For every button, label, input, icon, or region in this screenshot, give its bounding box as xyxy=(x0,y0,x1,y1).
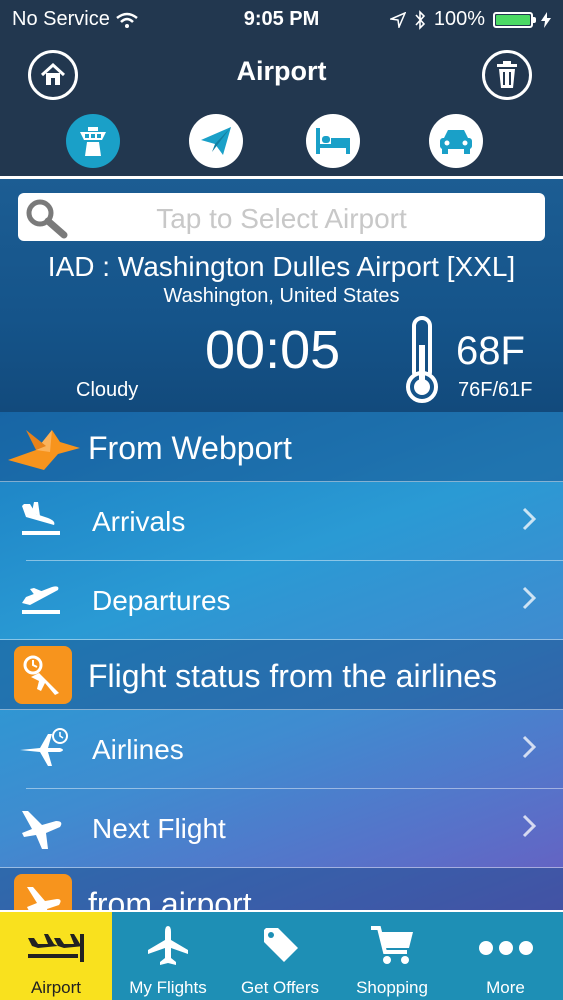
airport-info-panel: Tap to Select Airport IAD : Washington D… xyxy=(0,179,563,412)
status-right-group: 100% xyxy=(389,8,551,31)
temperature: 68F xyxy=(456,329,525,373)
airport-menu-list: From Webport Arrivals Departures Flight … xyxy=(0,412,563,910)
chevron-right-icon xyxy=(522,507,537,531)
tab-my-flights[interactable]: My Flights xyxy=(112,912,224,1000)
tab-label: Get Offers xyxy=(240,978,320,997)
section-flight-status: Flight status from the airlines xyxy=(0,640,563,710)
battery-icon xyxy=(493,11,536,28)
charging-bolt-icon xyxy=(541,11,551,28)
app-header: Airport xyxy=(0,38,563,179)
chevron-right-icon xyxy=(522,586,537,610)
status-bar: No Service 9:05 PM 100% xyxy=(0,0,563,38)
cars-category-button[interactable] xyxy=(429,114,483,168)
next-flight-label: Next Flight xyxy=(92,813,226,844)
page-title: Airport xyxy=(236,56,327,86)
tab-get-offers[interactable]: Get Offers xyxy=(224,912,336,1000)
tab-more[interactable]: More xyxy=(448,912,563,1000)
car-icon xyxy=(440,130,472,154)
cart-icon xyxy=(371,926,413,964)
control-tower-icon xyxy=(80,127,106,156)
clock-plane-icon xyxy=(23,655,59,695)
arrival-plane-icon xyxy=(22,502,60,535)
arrivals-label: Arrivals xyxy=(92,506,186,537)
search-placeholder: Tap to Select Airport xyxy=(156,203,407,234)
paper-plane-icon xyxy=(201,127,231,155)
more-icon xyxy=(478,941,533,955)
airline-schedule-icon xyxy=(20,728,68,766)
section-label: from airport xyxy=(88,886,252,910)
section-from-webport: From Webport xyxy=(0,412,563,482)
tag-icon xyxy=(264,928,298,962)
airport-search-field[interactable]: Tap to Select Airport xyxy=(18,193,545,241)
tab-airport[interactable]: Airport xyxy=(0,912,112,1000)
arrivals-row[interactable]: Arrivals xyxy=(0,482,563,561)
departures-row[interactable]: Departures xyxy=(0,561,563,640)
chevron-right-icon xyxy=(522,735,537,759)
bird-logo-icon xyxy=(8,430,80,470)
delete-button[interactable] xyxy=(482,50,532,100)
tab-shopping[interactable]: Shopping xyxy=(336,912,448,1000)
section-label: From Webport xyxy=(88,430,292,466)
tab-label: My Flights xyxy=(129,978,207,997)
tab-label: Shopping xyxy=(356,978,428,997)
battery-fill xyxy=(496,14,530,25)
flights-category-button[interactable] xyxy=(189,114,243,168)
local-time: 00:05 xyxy=(205,320,341,380)
thermometer-icon xyxy=(406,316,438,403)
section-from-airport: from airport xyxy=(0,868,563,910)
tower-category-button[interactable] xyxy=(66,114,120,168)
next-flight-row[interactable]: Next Flight xyxy=(0,789,563,868)
departures-label: Departures xyxy=(92,585,231,616)
location-arrow-icon xyxy=(389,11,406,28)
weather-condition: Cloudy xyxy=(76,379,139,401)
airplane-icon xyxy=(148,926,188,965)
airlines-row[interactable]: Airlines xyxy=(0,710,563,789)
tab-label: More xyxy=(486,978,525,997)
chevron-right-icon xyxy=(522,814,537,838)
plane-icon xyxy=(27,887,61,910)
tab-label: Airport xyxy=(30,978,82,997)
temperature-range: 76F/61F xyxy=(458,379,533,401)
battery-percent: 100% xyxy=(433,8,485,30)
section-label: Flight status from the airlines xyxy=(88,658,498,694)
airlines-label: Airlines xyxy=(92,734,184,765)
trash-icon xyxy=(497,61,517,88)
flight-status-icon-box xyxy=(14,646,72,704)
next-flight-plane-icon xyxy=(22,811,62,849)
from-airport-icon-box xyxy=(14,874,72,910)
tab-bar: Airport My Flights Get Offers Shopping M… xyxy=(0,910,563,1000)
bluetooth-icon xyxy=(415,9,425,30)
bed-icon xyxy=(316,128,350,154)
airport-city: Washington, United States xyxy=(163,285,400,307)
departure-plane-icon xyxy=(22,586,60,614)
airport-name: IAD : Washington Dulles Airport [XXL] xyxy=(47,251,516,282)
hotels-category-button[interactable] xyxy=(306,114,360,168)
airport-icon xyxy=(28,934,84,962)
